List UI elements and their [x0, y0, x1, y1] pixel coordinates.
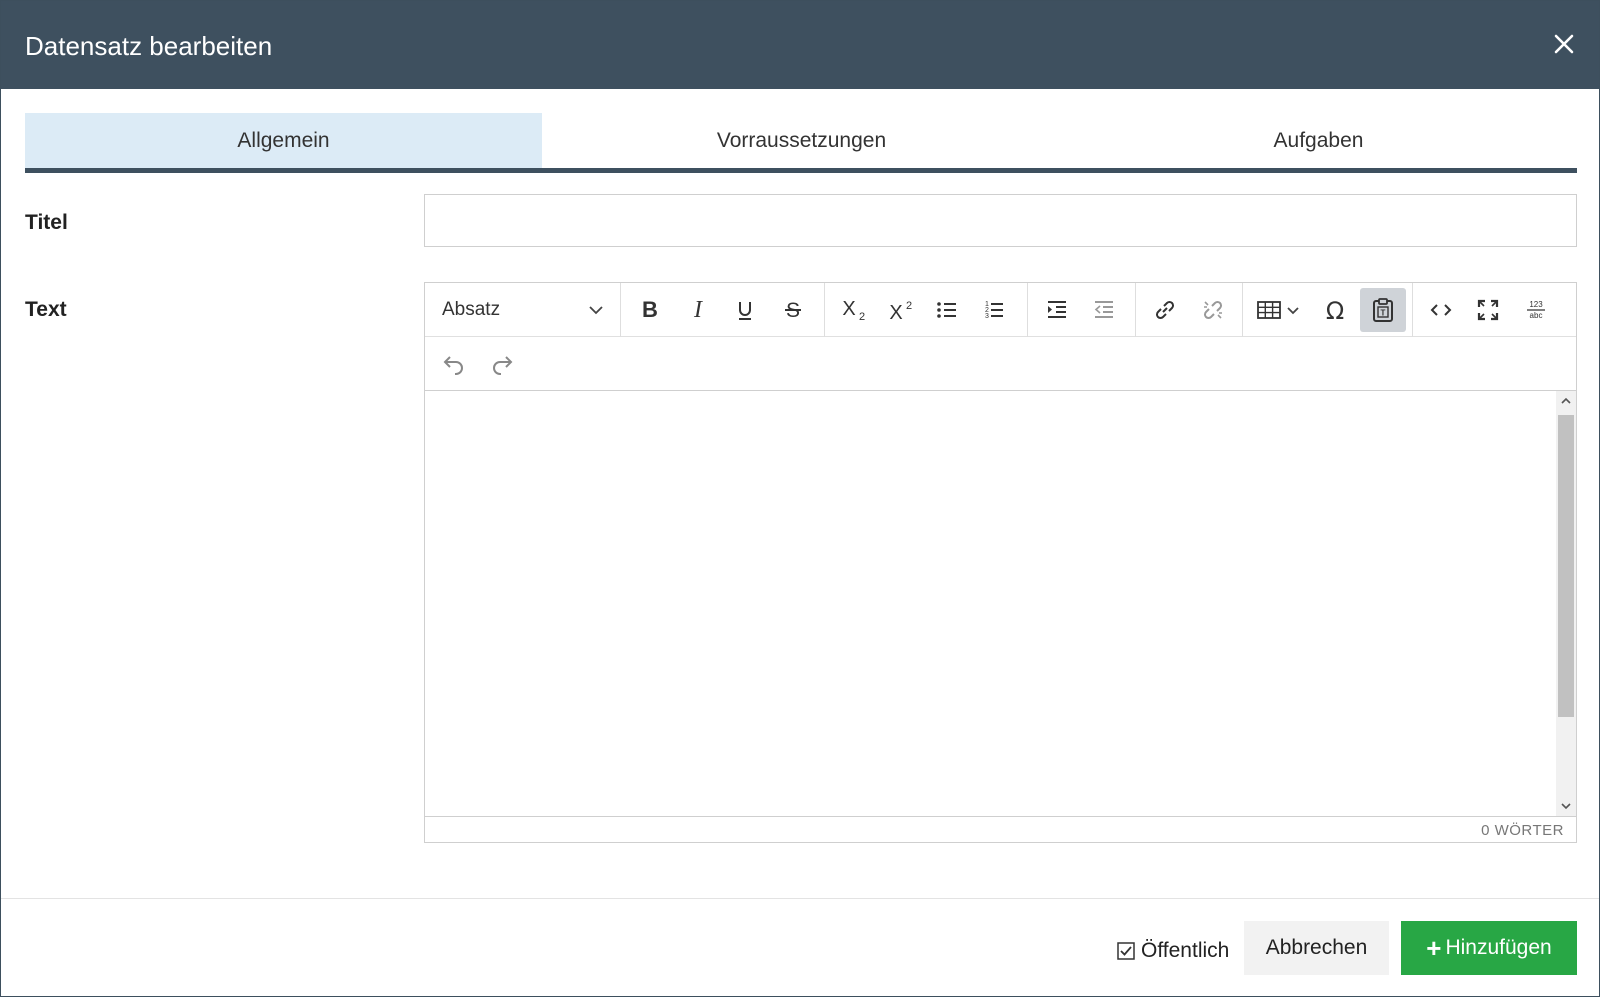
- tab-bar: Allgemein Vorraussetzungen Aufgaben: [25, 113, 1577, 173]
- tab-aufgaben[interactable]: Aufgaben: [1060, 113, 1577, 169]
- bullet-list-icon[interactable]: [924, 288, 970, 332]
- checkbox-checked-icon[interactable]: [1117, 942, 1135, 960]
- italic-icon[interactable]: I: [675, 288, 721, 332]
- numbered-list-icon[interactable]: 123: [971, 288, 1017, 332]
- tab-vorraussetzungen[interactable]: Vorraussetzungen: [543, 113, 1060, 169]
- fullscreen-icon[interactable]: [1465, 288, 1511, 332]
- word-count: 0 WÖRTER: [1481, 822, 1564, 839]
- editor-toolbar: Absatz B I S X2 X2 1 2 3 Ω T 123 abc: [425, 283, 1576, 337]
- table-icon[interactable]: [1250, 288, 1308, 332]
- svg-text:123: 123: [1529, 300, 1543, 309]
- svg-text:2: 2: [906, 300, 912, 312]
- editor-toolbar-row-2: [425, 337, 1576, 391]
- editor-content-area[interactable]: [425, 391, 1556, 816]
- underline-icon[interactable]: [722, 288, 768, 332]
- public-checkbox[interactable]: Öffentlich: [1117, 936, 1229, 966]
- tab-underline: [25, 168, 1577, 173]
- dialog-title: Datensatz bearbeiten: [25, 31, 273, 61]
- close-icon[interactable]: [1549, 29, 1579, 59]
- unlink-icon[interactable]: [1190, 288, 1236, 332]
- special-char-icon[interactable]: Ω: [1312, 288, 1358, 332]
- svg-text:I: I: [693, 298, 703, 322]
- paste-as-text-icon[interactable]: T: [1360, 288, 1406, 332]
- subscript-icon[interactable]: X2: [830, 288, 876, 332]
- title-input[interactable]: [424, 194, 1577, 247]
- text-label: Text: [25, 298, 67, 321]
- scroll-down-icon[interactable]: [1556, 796, 1576, 816]
- editor-statusbar: 0 WÖRTER: [425, 816, 1576, 842]
- strikethrough-icon[interactable]: S: [770, 288, 816, 332]
- superscript-icon[interactable]: X2: [877, 288, 923, 332]
- bold-icon[interactable]: B: [627, 288, 673, 332]
- svg-text:3: 3: [985, 313, 989, 320]
- svg-text:X: X: [842, 298, 855, 320]
- dialog-titlebar: Datensatz bearbeiten: [1, 1, 1599, 89]
- footer-divider: [1, 898, 1599, 899]
- plus-icon: +: [1426, 933, 1442, 963]
- undo-icon[interactable]: [431, 342, 477, 386]
- public-label: Öffentlich: [1141, 939, 1230, 962]
- spellcheck-icon[interactable]: 123 abc: [1513, 288, 1559, 332]
- edit-record-dialog: Datensatz bearbeiten Allgemein Vorrausse…: [0, 0, 1600, 997]
- indent-icon[interactable]: [1034, 288, 1080, 332]
- cancel-button[interactable]: Abbrechen: [1244, 921, 1389, 975]
- svg-text:T: T: [1381, 309, 1386, 318]
- editor-scrollbar[interactable]: [1556, 391, 1576, 816]
- title-label: Titel: [25, 211, 68, 234]
- tab-allgemein[interactable]: Allgemein: [25, 113, 542, 169]
- svg-text:Ω: Ω: [1326, 297, 1344, 323]
- add-button[interactable]: + Hinzufügen: [1401, 921, 1577, 975]
- scroll-up-icon[interactable]: [1556, 391, 1576, 411]
- svg-text:2: 2: [859, 311, 865, 322]
- source-code-icon[interactable]: [1418, 288, 1464, 332]
- add-button-label: Hinzufügen: [1445, 936, 1552, 959]
- link-icon[interactable]: [1142, 288, 1188, 332]
- scrollbar-thumb[interactable]: [1558, 415, 1574, 717]
- outdent-icon[interactable]: [1081, 288, 1127, 332]
- block-format-value: Absatz: [442, 299, 501, 320]
- svg-text:X: X: [889, 302, 902, 322]
- rich-text-editor: Absatz B I S X2 X2 1 2 3 Ω T 123 abc 0 W…: [424, 282, 1577, 843]
- block-format-select[interactable]: Absatz: [425, 283, 620, 337]
- svg-text:B: B: [642, 298, 658, 322]
- redo-icon[interactable]: [479, 342, 525, 386]
- chevron-down-icon: [587, 301, 605, 325]
- svg-text:abc: abc: [1530, 311, 1543, 320]
